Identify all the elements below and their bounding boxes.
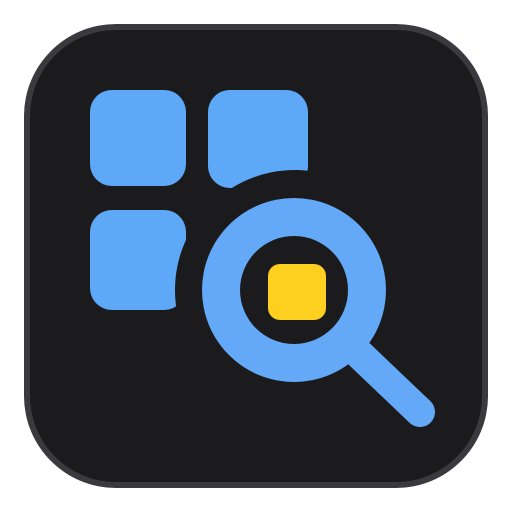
- app-icon-canvas: [0, 0, 512, 512]
- highlighted-square-icon: [268, 264, 326, 320]
- grid-tile-icon: [90, 210, 186, 310]
- grid-search-app-icon[interactable]: [0, 0, 512, 512]
- grid-tile-icon: [90, 90, 186, 186]
